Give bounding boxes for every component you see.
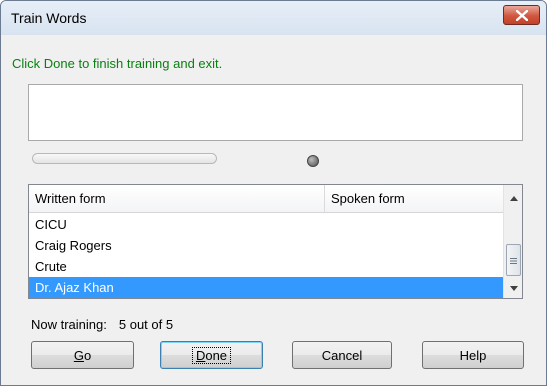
- list-item[interactable]: Craig Rogers: [29, 235, 503, 256]
- now-training-value: 5 out of 5: [118, 317, 174, 332]
- scroll-up-button[interactable]: [504, 187, 523, 206]
- done-button[interactable]: Done: [160, 341, 263, 369]
- list-item-selected[interactable]: Dr. Ajaz Khan: [29, 277, 503, 298]
- scroll-thumb[interactable]: [506, 244, 521, 276]
- scroll-up-arrow-icon: [509, 189, 518, 204]
- written-form-cell: Dr. Ajaz Khan: [35, 280, 114, 295]
- help-button-label: Help: [459, 347, 487, 363]
- now-training-status: Now training: 5 out of 5: [31, 317, 173, 332]
- title-bar[interactable]: Train Words: [1, 1, 546, 35]
- written-form-cell: Crute: [35, 259, 67, 274]
- word-list[interactable]: Written form Spoken form CICU Craig Roge…: [28, 184, 523, 299]
- scroll-grip-icon: [510, 253, 517, 268]
- scroll-down-button[interactable]: [504, 277, 523, 296]
- cancel-button[interactable]: Cancel: [292, 341, 392, 369]
- now-training-label: Now training:: [31, 317, 107, 332]
- training-text-display: [28, 84, 523, 141]
- done-button-label: Done: [191, 346, 232, 364]
- scroll-down-arrow-icon: [509, 279, 518, 294]
- list-item[interactable]: CICU: [29, 214, 503, 235]
- column-header-spoken-form[interactable]: Spoken form: [325, 185, 503, 213]
- list-body: CICU Craig Rogers Crute Dr. Ajaz Khan: [29, 214, 503, 298]
- window-title: Train Words: [11, 10, 87, 26]
- train-words-dialog: Train Words Click Done to finish trainin…: [0, 0, 547, 386]
- column-header-written-form[interactable]: Written form: [29, 185, 325, 213]
- written-form-cell: Craig Rogers: [35, 238, 112, 253]
- go-button[interactable]: Go: [31, 341, 134, 369]
- close-button[interactable]: [503, 5, 540, 25]
- cancel-button-label: Cancel: [321, 347, 363, 363]
- go-button-label: Go: [73, 347, 92, 363]
- vertical-scrollbar[interactable]: [503, 185, 522, 298]
- status-light-icon: [307, 155, 319, 167]
- close-icon: [515, 9, 528, 21]
- list-item[interactable]: Crute: [29, 256, 503, 277]
- instruction-text: Click Done to finish training and exit.: [12, 56, 223, 71]
- help-button[interactable]: Help: [422, 341, 524, 369]
- volume-meter: [32, 153, 217, 164]
- written-form-cell: CICU: [35, 217, 67, 232]
- list-header: Written form Spoken form: [29, 185, 503, 213]
